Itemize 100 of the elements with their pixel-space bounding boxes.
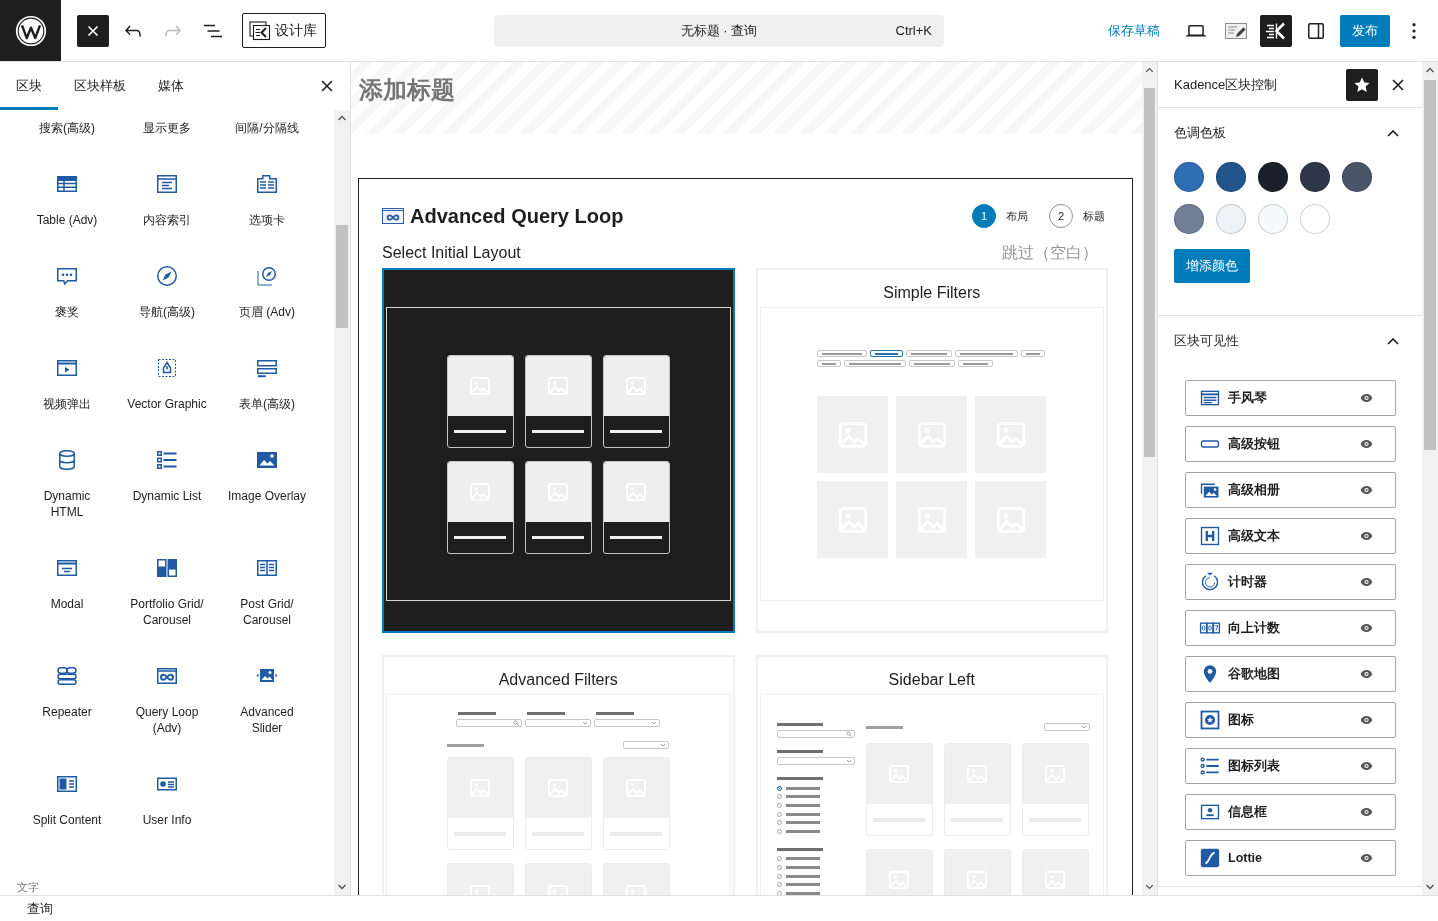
chevron-up-icon [1387, 129, 1399, 137]
design-library-button[interactable]: 设计库 [242, 13, 326, 48]
scrollbar-thumb[interactable] [336, 225, 348, 328]
filter-chip [958, 360, 994, 367]
color-swatch-icon[interactable] [1258, 204, 1288, 234]
add-color-button[interactable]: 增添颜色 [1174, 249, 1250, 283]
scrollbar[interactable] [1422, 62, 1438, 895]
step-label: 布局 [1006, 208, 1028, 224]
eye-icon[interactable] [1360, 439, 1373, 449]
block-visibility-item[interactable]: 谷歌地图 [1185, 656, 1396, 692]
eye-icon[interactable] [1360, 715, 1373, 725]
block-visibility-item[interactable]: 高级按钮 [1185, 426, 1396, 462]
block-visibility-item[interactable]: 手风琴 [1185, 380, 1396, 416]
layout-option[interactable]: Advanced Filters [382, 655, 735, 895]
category-heading: 文字 [16, 880, 40, 894]
color-swatch-icon[interactable] [1300, 204, 1330, 234]
document-title: 无标题 · 查询 [680, 21, 758, 40]
block-item[interactable]: Advanced Slider [240, 664, 294, 736]
block-item[interactable]: 间隔/分隔线 [235, 120, 299, 136]
block-item[interactable]: Vector Graphic [127, 356, 207, 412]
block-title: Advanced Query Loop [410, 204, 624, 228]
tabs-icon [255, 172, 279, 196]
layout-option[interactable]: Sidebar Left [755, 655, 1108, 895]
block-visibility-item[interactable]: 计时器 [1185, 564, 1396, 600]
panel-title: Kadence区块控制 [1174, 75, 1279, 94]
eye-icon[interactable] [1360, 807, 1373, 817]
block-item[interactable]: Query Loop (Adv) [135, 664, 199, 736]
block-item[interactable]: 搜索(高级) [39, 120, 95, 136]
block-name: 高级相册 [1228, 481, 1280, 499]
color-swatch-icon[interactable] [1216, 162, 1246, 192]
block-name: 手风琴 [1228, 389, 1267, 407]
block-item[interactable]: Split Content [32, 772, 102, 828]
block-item[interactable]: 褒奖 [55, 264, 79, 320]
save-draft-button[interactable]: 保存草稿 [1102, 14, 1166, 47]
block-item[interactable]: 表单(高级) [239, 356, 295, 412]
logo-icon [13, 13, 48, 48]
block-item[interactable]: Portfolio Grid/ Carousel [130, 556, 204, 628]
block-controls-button[interactable] [1260, 14, 1292, 47]
step-label: 标题 [1083, 208, 1105, 224]
eye-icon[interactable] [1360, 669, 1373, 679]
block-visibility-item[interactable]: Lottie [1185, 840, 1396, 876]
block-item[interactable]: 选项卡 [249, 172, 285, 228]
eye-icon[interactable] [1360, 393, 1373, 403]
bullet-list-icon [1199, 755, 1221, 777]
block-item[interactable]: User Info [142, 772, 192, 828]
color-swatch-icon[interactable] [1174, 162, 1204, 192]
favorite-button[interactable] [1346, 68, 1378, 101]
eye-icon[interactable] [1360, 531, 1373, 541]
compass-frame-icon [255, 264, 279, 288]
block-name: Lottie [1228, 851, 1263, 865]
layout-prompt: Select Initial Layout [382, 244, 521, 262]
block-visibility-item[interactable]: 信息框 [1185, 794, 1396, 830]
layout-option[interactable]: Simple Filters [755, 268, 1108, 633]
publish-button[interactable]: 发布 [1340, 14, 1390, 47]
panel-section-toggle[interactable]: 色调色板 [1158, 108, 1422, 158]
block-item[interactable]: 内容索引 [143, 172, 191, 228]
block-visibility-item[interactable]: 高级相册 [1185, 472, 1396, 508]
block-item[interactable]: Table (Adv) [36, 172, 98, 228]
filter-chip [817, 360, 842, 367]
block-visibility-item[interactable]: 图标列表 [1185, 748, 1396, 784]
scrollbar-thumb[interactable] [1424, 80, 1436, 450]
eye-icon[interactable] [1360, 485, 1373, 495]
block-visibility-item[interactable]: 高级文本 [1185, 518, 1396, 554]
block-item[interactable]: Dynamic List [132, 448, 202, 504]
block-item[interactable]: 导航(高级) [139, 264, 195, 320]
eye-icon[interactable] [1360, 853, 1373, 863]
breadcrumb-link[interactable]: 查询 [27, 899, 53, 918]
block-visibility-item[interactable]: 图标 [1185, 702, 1396, 738]
color-swatch-icon[interactable] [1216, 204, 1246, 234]
inserter-tab[interactable]: 媒体 [142, 62, 200, 110]
layout-option[interactable] [382, 268, 735, 633]
eye-icon[interactable] [1360, 623, 1373, 633]
color-swatch-icon[interactable] [1342, 162, 1372, 192]
command-bar[interactable]: 无标题 · 查询 Ctrl+K [494, 14, 944, 47]
color-swatch-icon[interactable] [1300, 162, 1330, 192]
inserter-toggle-button[interactable] [77, 14, 109, 47]
block-item[interactable]: 显示更多 [143, 120, 191, 136]
scrollbar-thumb[interactable] [1144, 88, 1155, 457]
block-name: 高级文本 [1228, 527, 1280, 545]
block-item[interactable]: Dynamic HTML [43, 448, 91, 520]
eye-icon[interactable] [1360, 761, 1373, 771]
block-visibility-item[interactable]: 向上计数 [1185, 610, 1396, 646]
block-item[interactable]: Modal [50, 556, 84, 612]
inserter-tab[interactable]: 区块样板 [58, 62, 142, 110]
scrollbar[interactable] [334, 110, 350, 895]
block-item[interactable]: Post Grid/ Carousel [240, 556, 294, 628]
block-item[interactable]: Repeater [42, 664, 92, 720]
block-item[interactable]: 页眉 (Adv) [239, 264, 295, 320]
color-swatch-icon[interactable] [1258, 162, 1288, 192]
eye-icon[interactable] [1360, 577, 1373, 587]
panel-section-toggle[interactable]: 区块可见性 [1158, 316, 1422, 366]
block-item[interactable]: Image Overlay [228, 448, 306, 504]
dashboard-link[interactable] [0, 0, 61, 61]
post-title-field[interactable]: 添加标题 [359, 74, 1134, 106]
search-filter-drawing [456, 712, 523, 727]
step-number: 2 [1049, 204, 1073, 228]
color-swatch-icon[interactable] [1174, 204, 1204, 234]
inserter-tab[interactable]: 区块 [0, 62, 58, 110]
block-item[interactable]: 视频弹出 [43, 356, 91, 412]
scrollbar[interactable] [1142, 62, 1157, 895]
